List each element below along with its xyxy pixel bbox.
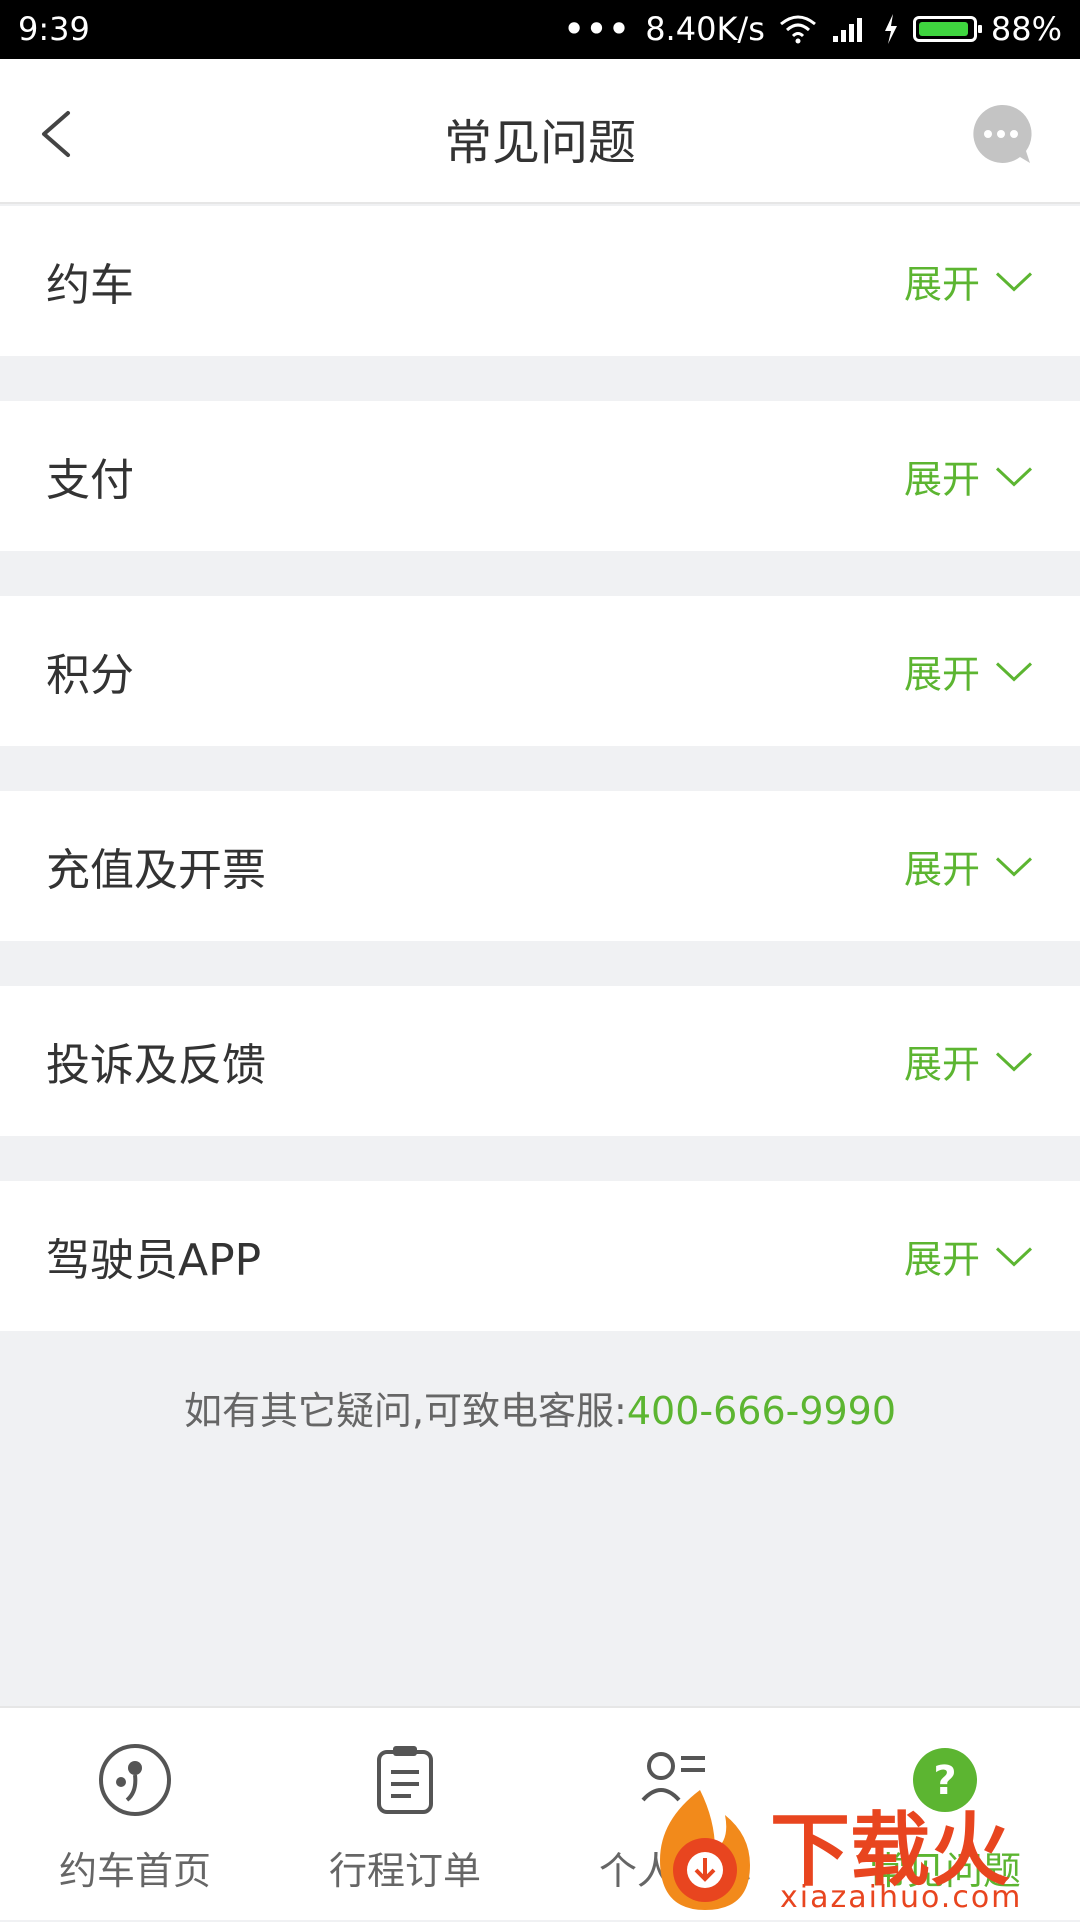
car-home-icon <box>99 1744 171 1816</box>
expand-label: 展开 <box>903 1042 980 1087</box>
watermark-url: xiazaihuo.com <box>780 1880 1023 1915</box>
chevron-down-icon <box>995 661 1033 682</box>
faq-label: 充值及开票 <box>46 845 266 896</box>
battery-icon <box>912 16 982 42</box>
status-right: ••• 8.40K/s 88% <box>564 10 1062 48</box>
net-speed: 8.40K/s <box>645 10 765 48</box>
faq-label: 支付 <box>46 455 134 506</box>
expand-label: 展开 <box>903 1237 980 1282</box>
signal-icon <box>832 18 862 42</box>
phone-link[interactable]: 400-666-9990 <box>627 1389 896 1433</box>
faq-row-recharge-invoice[interactable]: 充值及开票 展开 <box>0 791 1080 941</box>
contact-text: 如有其它疑问,可致电客服: <box>183 1389 627 1433</box>
more-dots-icon: ••• <box>563 10 632 48</box>
expand-label: 展开 <box>903 262 980 307</box>
chevron-down-icon <box>995 1246 1033 1267</box>
expand-toggle[interactable]: 展开 <box>904 644 1034 699</box>
tab-label: 行程订单 <box>328 1849 481 1893</box>
expand-label: 展开 <box>903 847 980 892</box>
expand-label: 展开 <box>903 652 980 697</box>
faq-row-complaints[interactable]: 投诉及反馈 展开 <box>0 986 1080 1136</box>
tab-home[interactable]: 约车首页 <box>0 1708 270 1922</box>
faq-row-driver-app[interactable]: 驾驶员APP 展开 <box>0 1181 1080 1331</box>
contact-line: 如有其它疑问,可致电客服:400-666-9990 <box>0 1380 1080 1435</box>
watermark: 下载火 xiazaihuo.com <box>630 1780 1080 1920</box>
chevron-down-icon <box>995 856 1033 877</box>
chevron-down-icon <box>995 1051 1033 1072</box>
expand-toggle[interactable]: 展开 <box>904 1229 1034 1284</box>
header: 常见问题 <box>0 59 1080 204</box>
faq-label: 积分 <box>46 650 134 701</box>
wifi-icon <box>779 15 816 44</box>
expand-toggle[interactable]: 展开 <box>904 449 1034 504</box>
clipboard-icon <box>377 1746 433 1814</box>
faq-row-payment[interactable]: 支付 展开 <box>0 401 1080 551</box>
chevron-down-icon <box>995 466 1033 487</box>
chevron-down-icon <box>995 271 1033 292</box>
expand-label: 展开 <box>903 457 980 502</box>
status-time: 9:39 <box>18 10 90 48</box>
flame-logo-icon <box>660 1790 750 1910</box>
expand-toggle[interactable]: 展开 <box>904 254 1034 309</box>
faq-row-booking[interactable]: 约车 展开 <box>0 206 1080 356</box>
page-title: 常见问题 <box>443 115 636 171</box>
faq-label: 驾驶员APP <box>46 1235 262 1286</box>
expand-toggle[interactable]: 展开 <box>904 839 1034 894</box>
expand-toggle[interactable]: 展开 <box>904 1034 1034 1089</box>
tab-orders[interactable]: 行程订单 <box>270 1708 540 1922</box>
status-bar: 9:39 ••• 8.40K/s 88% <box>0 0 1080 59</box>
faq-label: 约车 <box>46 260 134 311</box>
faq-label: 投诉及反馈 <box>46 1040 266 1091</box>
faq-row-points[interactable]: 积分 展开 <box>0 596 1080 746</box>
battery-percent: 88% <box>990 10 1062 48</box>
charging-icon <box>884 14 897 44</box>
tab-label: 约车首页 <box>58 1849 211 1893</box>
chat-bubble-icon[interactable] <box>968 101 1034 167</box>
